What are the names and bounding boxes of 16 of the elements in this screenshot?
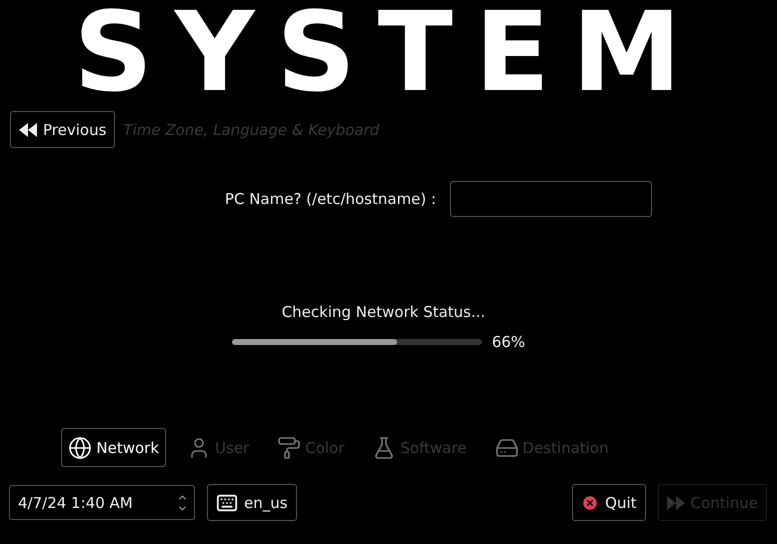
globe-icon <box>68 436 92 460</box>
status-text: Checking Network Status... <box>282 303 486 321</box>
progress-reading: 66% <box>492 333 526 351</box>
previous-button[interactable]: Previous <box>10 111 116 148</box>
hostname-field[interactable] <box>450 181 652 217</box>
double-left-arrow-icon <box>19 122 37 136</box>
double-right-arrow-icon <box>666 496 685 510</box>
paint-roller-icon <box>277 436 302 460</box>
hostname-label: PC Name? (/etc/hostname) : <box>224 190 436 208</box>
section-title: Time Zone, Language & Keyboard <box>123 120 380 138</box>
close-icon <box>581 494 600 512</box>
quit-button[interactable]: Quit <box>572 484 646 521</box>
datetime-field[interactable]: 4/7/24 1:40 AM <box>9 485 195 520</box>
keyboard-button[interactable]: en_us <box>207 484 297 521</box>
logo: SYSTEM <box>74 4 704 100</box>
step-tab[interactable]: Network <box>61 428 166 467</box>
